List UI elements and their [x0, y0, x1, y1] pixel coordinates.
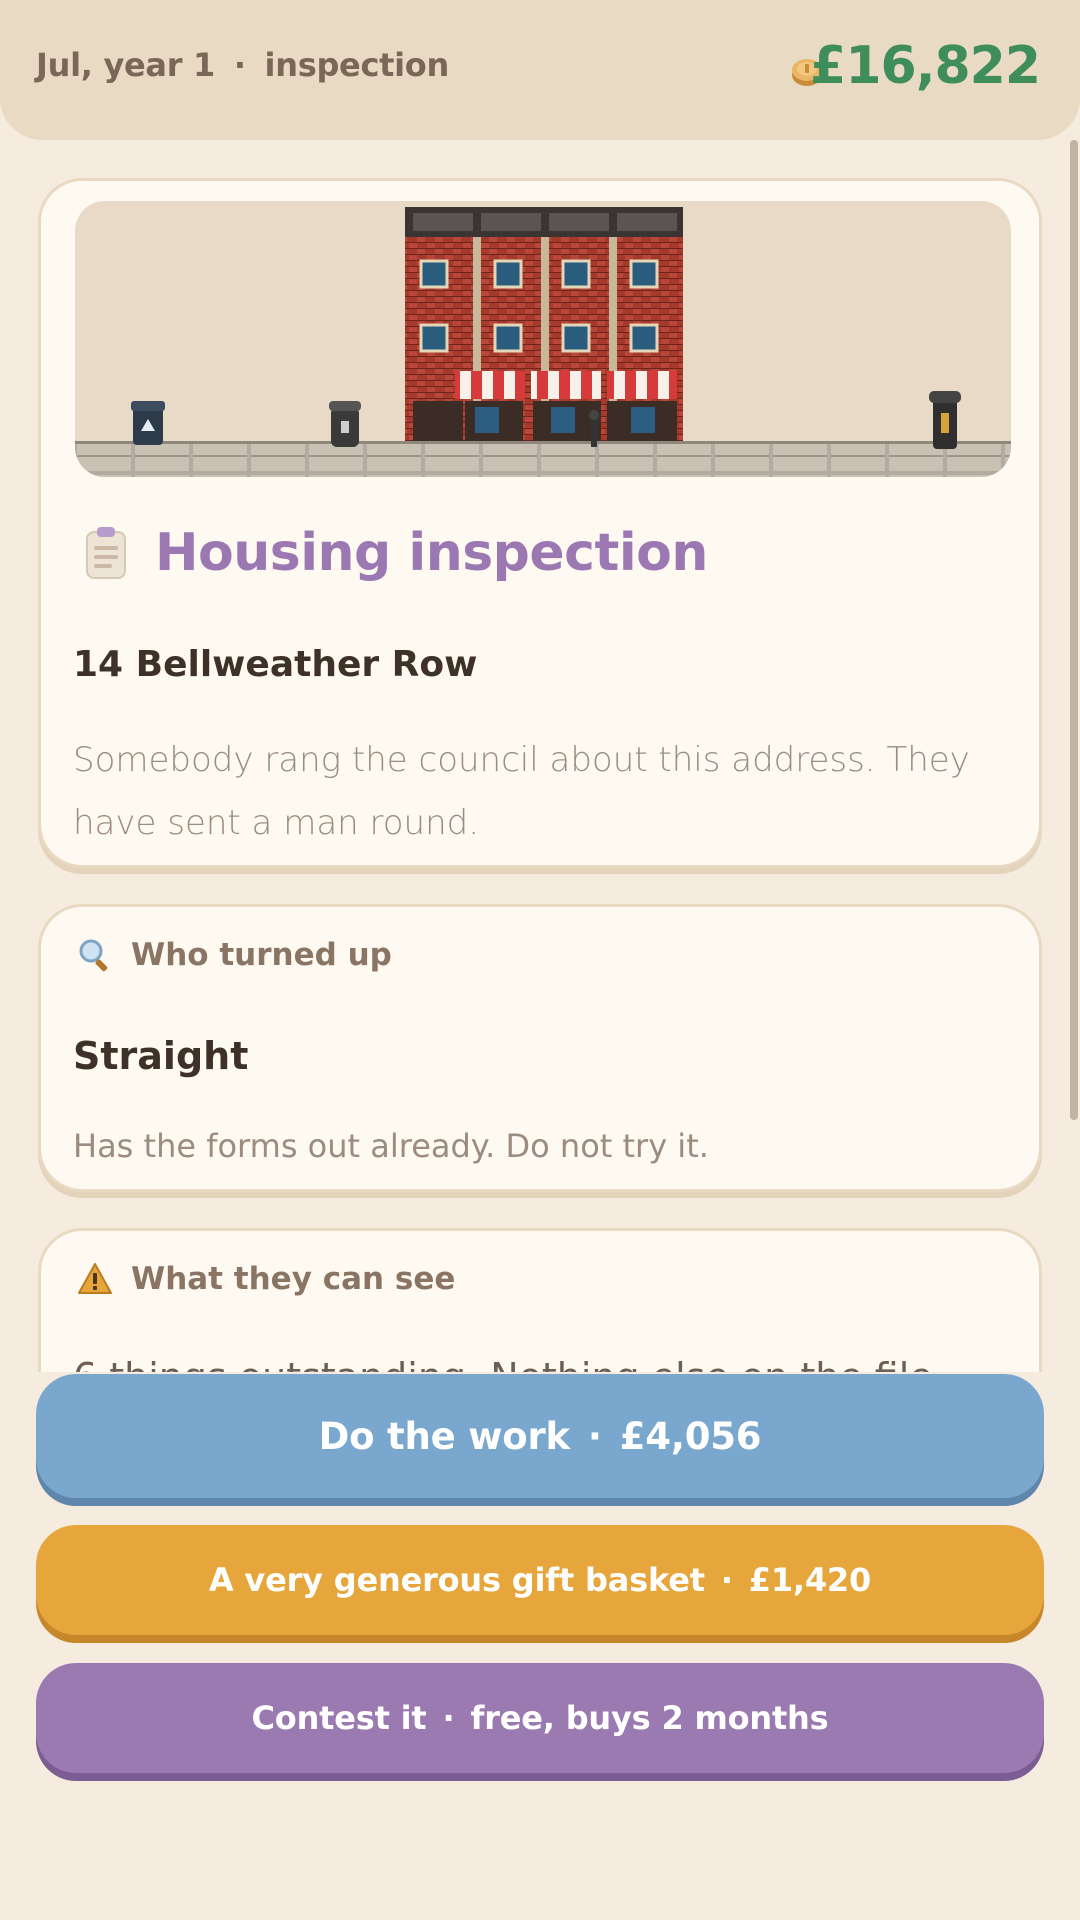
separator-dot: · [587, 1414, 602, 1458]
event-title: Housing inspection [155, 523, 708, 583]
event-description: Somebody rang the council about this add… [73, 740, 970, 843]
date-phase: Jul, year 1 · inspection [36, 46, 449, 84]
contest-label: Contest it [251, 1699, 427, 1737]
do-the-work-label: Do the work [318, 1414, 570, 1458]
scrollbar[interactable] [1070, 140, 1078, 1120]
contest-button[interactable]: Contest it · free, buys 2 months [36, 1663, 1044, 1773]
inspector-section-label: Who turned up [131, 937, 392, 973]
warning-icon [78, 1263, 112, 1294]
inspector-header: Who turned up [77, 937, 392, 973]
do-the-work-cost: £4,056 [619, 1414, 762, 1458]
findings-header: What they can see [77, 1261, 455, 1297]
money-balance: £16,822 [810, 36, 1041, 96]
inspector-name: Straight [73, 1034, 249, 1078]
top-bar: Jul, year 1 · inspection £16,822 [0, 0, 1080, 140]
magnifier-icon [79, 939, 108, 972]
gift-basket-label: A very generous gift basket [208, 1561, 705, 1599]
findings-section-label: What they can see [131, 1261, 456, 1297]
inspector-description: Has the forms out already. Do not try it… [73, 1127, 709, 1165]
gift-basket-button[interactable]: A very generous gift basket · £1,420 [36, 1525, 1044, 1635]
property-address: 14 Bellweather Row [73, 644, 478, 685]
gift-basket-cost: £1,420 [748, 1561, 872, 1599]
separator-dot: · [720, 1561, 733, 1599]
clipboard-icon [86, 527, 126, 579]
event-scroll-area[interactable]: Housing inspection 14 Bellweather Row So… [0, 140, 1080, 1372]
contest-cost: free, buys 2 months [470, 1699, 829, 1737]
event-title-row: Housing inspection [83, 523, 708, 583]
street-illustration [75, 207, 1011, 477]
phase-label: inspection [264, 46, 450, 84]
do-the-work-button[interactable]: Do the work · £4,056 [36, 1374, 1044, 1498]
date-label: Jul, year 1 [36, 46, 215, 84]
event-card: Housing inspection 14 Bellweather Row So… [38, 178, 1042, 868]
inspector-card: Who turned up Straight Has the forms out… [38, 904, 1042, 1192]
street-scene-image [75, 201, 1011, 477]
findings-card: What they can see 6 things outstanding. … [38, 1228, 1042, 1372]
separator-dot: · [442, 1699, 455, 1737]
date-separator: · [233, 46, 246, 84]
findings-description: 6 things outstanding. Nothing else on th… [73, 1355, 945, 1372]
